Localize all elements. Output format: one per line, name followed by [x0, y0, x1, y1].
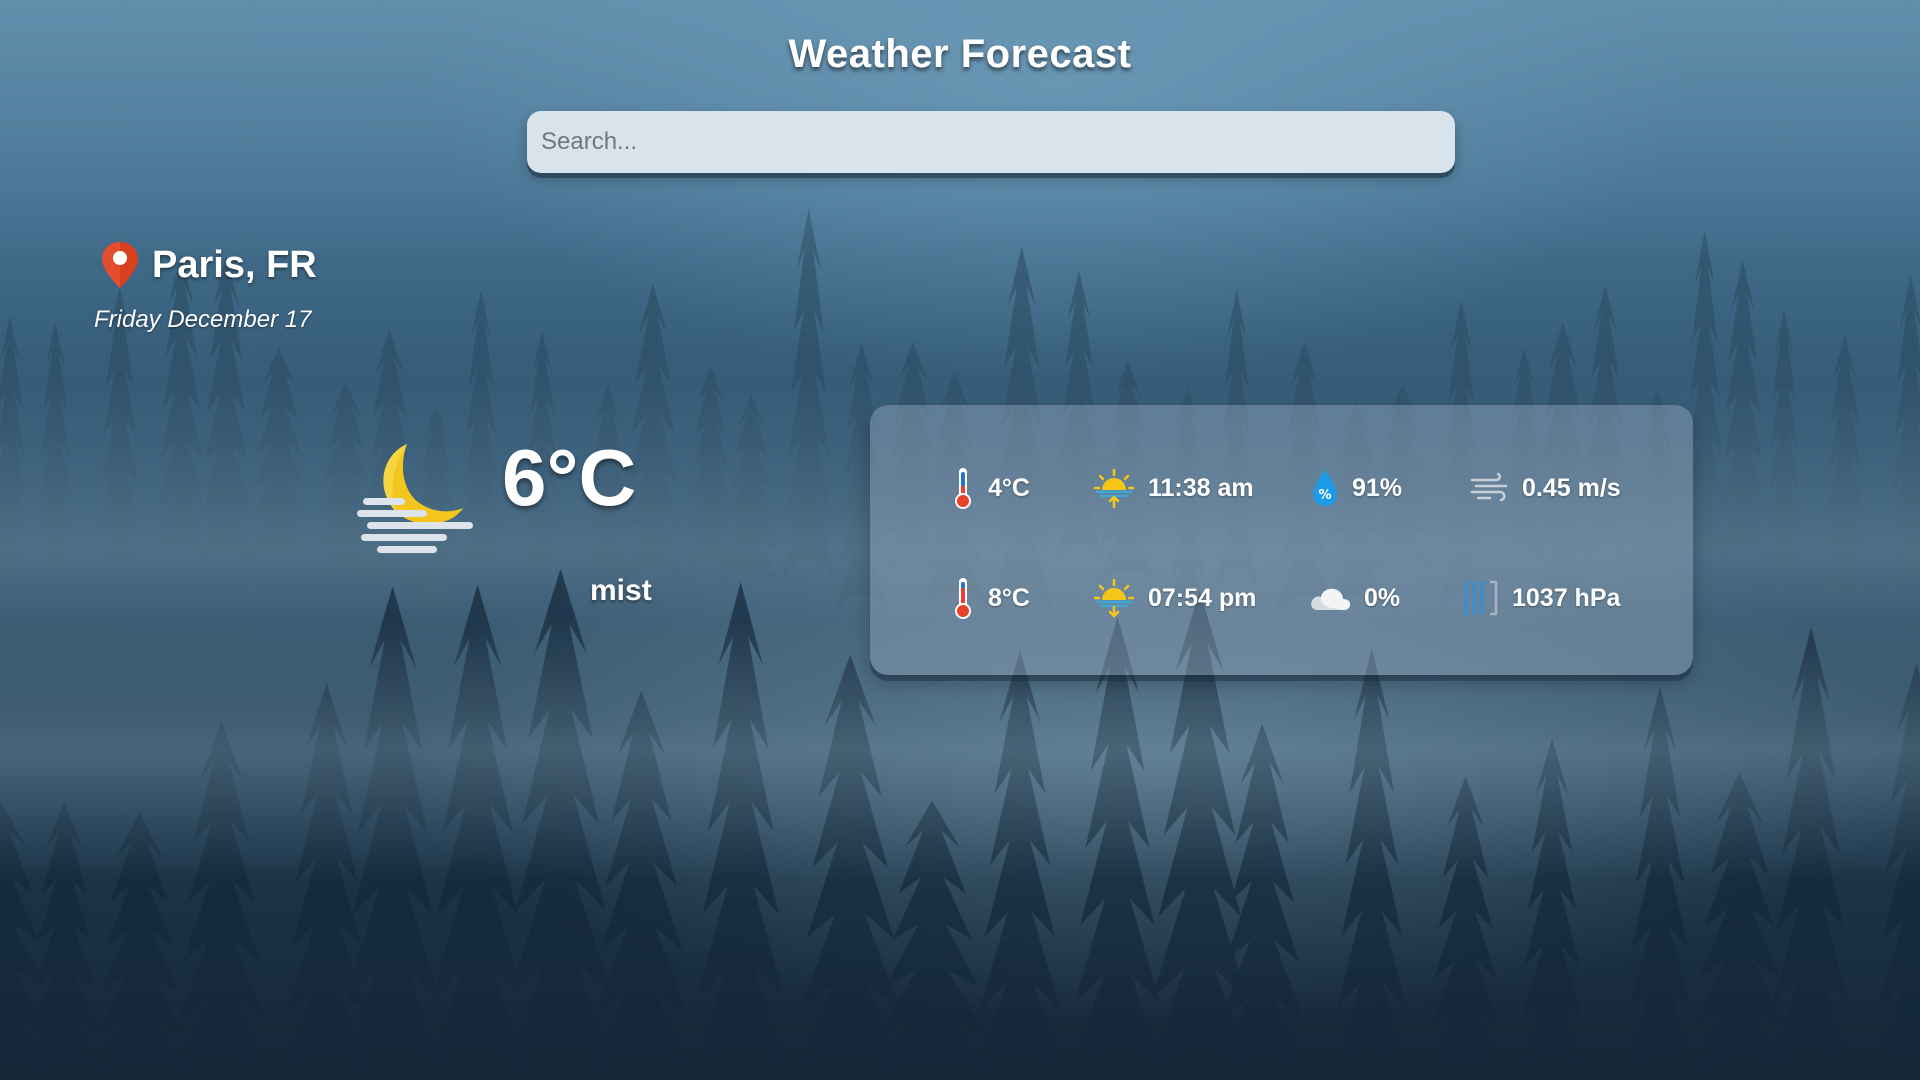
svg-text:%: %	[1318, 488, 1331, 503]
weather-details-panel: 4°C 11:38 am % 91% 0.45 m/s 8°C 07:54 pm…	[870, 405, 1693, 675]
clouds-value: 0%	[1364, 583, 1401, 612]
stat-wind: 0.45 m/s	[1470, 463, 1621, 513]
wind-icon	[1470, 472, 1508, 502]
stat-sunset: 07:54 pm	[1092, 573, 1256, 623]
sunset-icon	[1093, 578, 1135, 618]
map-pin-icon	[102, 242, 138, 288]
weather-description: mist	[590, 574, 652, 607]
search-input[interactable]	[527, 111, 1455, 173]
thermometer-low-icon	[955, 468, 971, 509]
humidity-drop-icon: %	[1313, 470, 1337, 506]
humidity-value: 91%	[1352, 473, 1403, 502]
page-title: Weather Forecast	[788, 32, 1132, 76]
pressure-icon	[1463, 580, 1498, 616]
pressure-value: 1037 hPa	[1512, 583, 1621, 612]
sunrise-icon	[1093, 468, 1135, 508]
temp-max-value: 8°C	[988, 583, 1030, 612]
wind-value: 0.45 m/s	[1522, 473, 1621, 502]
moon-mist-icon	[357, 444, 473, 553]
stat-sunrise: 11:38 am	[1092, 463, 1254, 513]
stat-humidity: % 91%	[1310, 463, 1402, 513]
stat-pressure: 1037 hPa	[1460, 573, 1620, 623]
location-header: Paris, FR	[98, 238, 317, 292]
current-date: Friday December 17	[94, 306, 312, 333]
stat-temp-max: 8°C	[950, 573, 1030, 623]
stat-temp-min: 4°C	[950, 463, 1030, 513]
temp-min-value: 4°C	[988, 473, 1030, 502]
sunrise-value: 11:38 am	[1148, 473, 1254, 502]
current-temperature: 6°C	[502, 433, 637, 522]
city-name: Paris, FR	[152, 243, 317, 286]
sunset-value: 07:54 pm	[1148, 583, 1257, 612]
stat-clouds: 0%	[1308, 573, 1400, 623]
thermometer-high-icon	[955, 578, 971, 619]
cloud-icon	[1311, 588, 1351, 610]
